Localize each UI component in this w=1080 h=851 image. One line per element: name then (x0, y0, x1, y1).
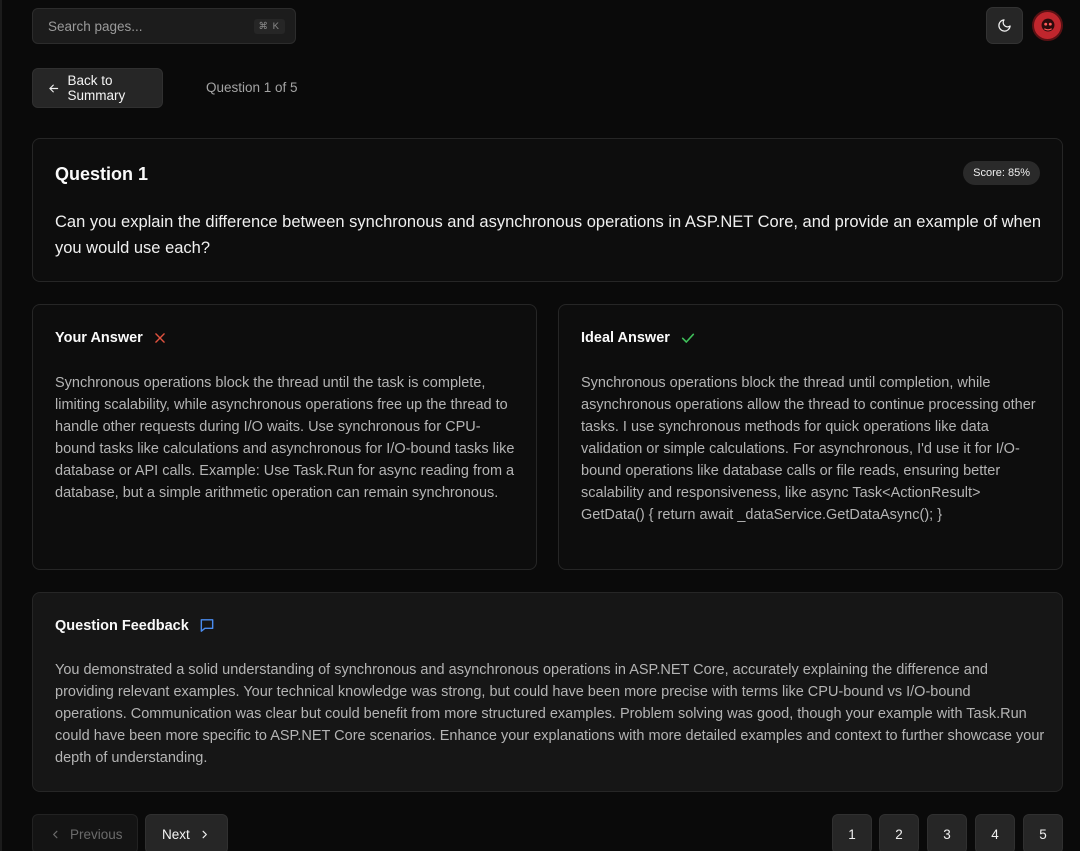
search-placeholder: Search pages... (48, 18, 143, 34)
your-answer-header: Your Answer (55, 330, 167, 346)
ideal-answer-title: Ideal Answer (581, 330, 670, 346)
question-card: Question 1 Score: 85% Can you explain th… (32, 138, 1063, 282)
ideal-answer-card: Ideal Answer Synchronous operations bloc… (558, 304, 1063, 570)
page-button-5[interactable]: 5 (1023, 814, 1063, 851)
chevron-right-icon (202, 830, 207, 838)
arrow-left-icon (49, 84, 59, 92)
user-avatar[interactable] (1032, 10, 1063, 41)
feedback-text: You demonstrated a solid understanding o… (55, 662, 1045, 766)
chevron-left-icon (53, 830, 58, 838)
back-to-summary-button[interactable]: Back to Summary (32, 68, 163, 108)
page-button-3[interactable]: 3 (927, 814, 967, 851)
next-label: Next (162, 826, 190, 842)
question-title: Question 1 (55, 164, 149, 184)
page-button-2[interactable]: 2 (879, 814, 919, 851)
previous-label: Previous (70, 826, 123, 842)
score-badge: Score: 85% (963, 161, 1040, 185)
ideal-answer-text: Synchronous operations block the thread … (581, 375, 1036, 523)
ideal-answer-header: Ideal Answer (581, 330, 696, 346)
question-text: Can you explain the difference between s… (55, 213, 1042, 257)
your-answer-title: Your Answer (55, 330, 143, 346)
page-button-4[interactable]: 4 (975, 814, 1015, 851)
question-progress: Question 1 of 5 (206, 80, 298, 95)
user-avatar-icon (1041, 18, 1054, 31)
message-icon (200, 619, 214, 632)
previous-button[interactable]: Previous (32, 814, 138, 851)
search-input[interactable]: Search pages... ⌘ K (32, 8, 296, 44)
question-feedback-card: Question Feedback You demonstrated a sol… (32, 592, 1063, 792)
page-left-border (0, 0, 2, 851)
next-button[interactable]: Next (145, 814, 228, 851)
theme-toggle-button[interactable] (986, 7, 1023, 44)
x-icon (155, 333, 165, 343)
moon-icon (998, 19, 1011, 32)
feedback-header: Question Feedback (55, 617, 216, 634)
your-answer-card: Your Answer Synchronous operations block… (32, 304, 537, 570)
back-button-label: Back to Summary (67, 73, 126, 103)
page-button-1[interactable]: 1 (832, 814, 872, 851)
your-answer-text: Synchronous operations block the thread … (55, 375, 515, 501)
search-shortcut-badge: ⌘ K (253, 18, 285, 34)
feedback-title: Question Feedback (55, 617, 189, 634)
check-icon (681, 333, 695, 343)
